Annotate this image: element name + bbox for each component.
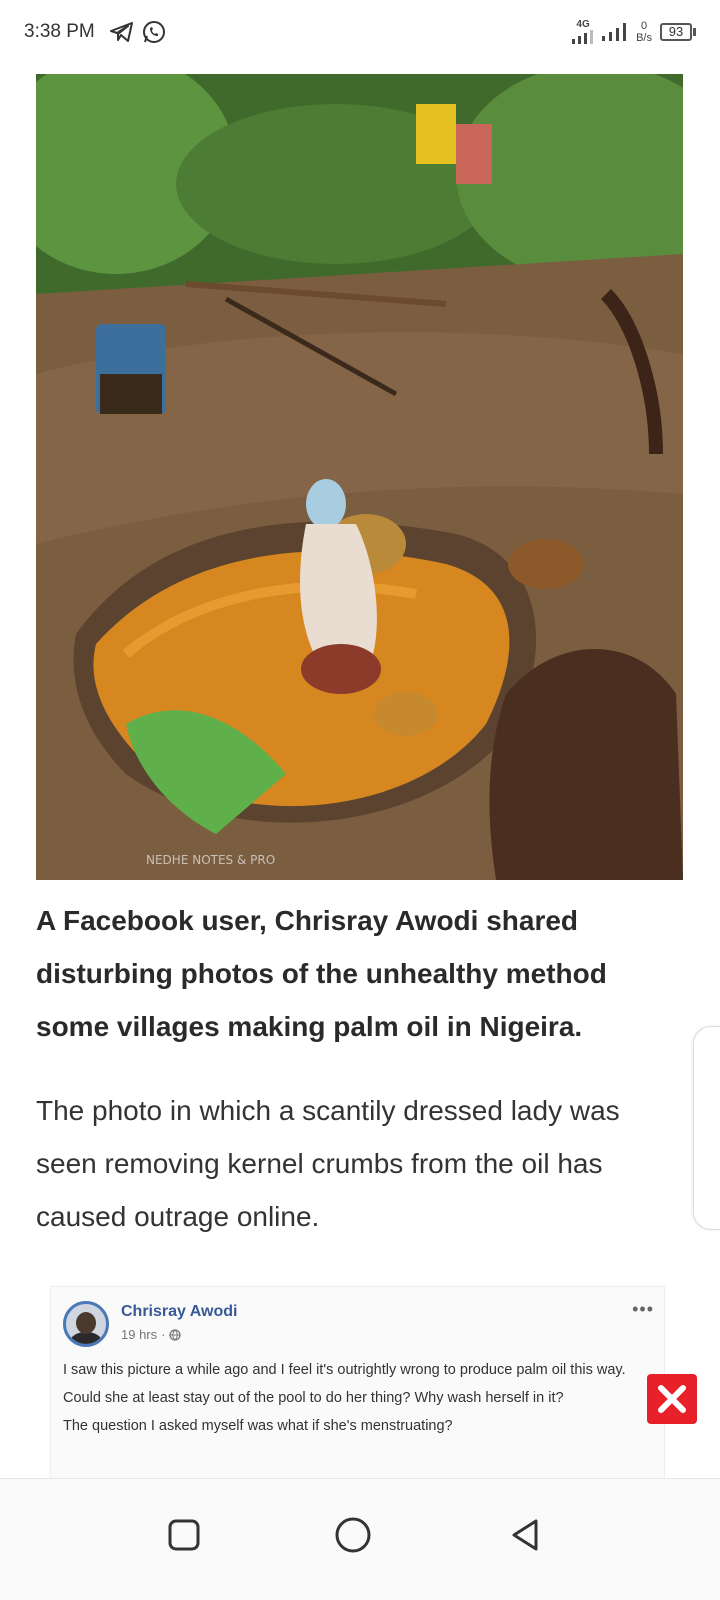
post-line: The question I asked myself was what if … [63,1418,453,1434]
globe-icon [169,1328,182,1341]
avatar[interactable] [63,1301,109,1347]
navigation-bar [0,1478,720,1600]
telegram-icon [109,22,133,42]
facebook-post-embed[interactable]: Chrisray Awodi 19 hrs · ••• I saw this p… [50,1286,665,1504]
back-button[interactable] [496,1505,556,1565]
article-content: NEDHE NOTES & PRO A Facebook user, Chris… [0,64,720,1504]
net-speed: 0 B/s [636,20,652,44]
battery-level: 93 [660,23,692,41]
system-icons: 4G 0 B/s 93 [572,20,696,44]
post-meta: 19 hrs · [121,1327,182,1342]
status-bar: 3:38 PM 4G 0 B/s 93 [0,0,720,64]
whatsapp-icon [142,21,165,43]
post-line: I saw this picture a while ago and I fee… [63,1362,626,1378]
post-text: I saw this picture a while ago and I fee… [63,1359,653,1443]
network-type-label: 4G [576,19,590,30]
post-line: Could she at least stay out of the pool … [63,1390,564,1406]
recents-square-icon [168,1519,200,1551]
article-paragraph: The photo in which a scantily dressed la… [36,1095,620,1232]
photo-watermark: NEDHE NOTES & PRO [146,853,275,867]
post-time: 19 hrs [121,1327,158,1342]
close-icon [658,1385,686,1413]
back-triangle-icon [512,1519,538,1551]
side-drawer-handle[interactable] [693,1026,720,1230]
palm-oil-pit-image: NEDHE NOTES & PRO [36,74,683,880]
post-author[interactable]: Chrisray Awodi [121,1303,237,1321]
notification-icons [109,19,167,45]
recents-button[interactable] [154,1505,214,1565]
home-circle-icon [335,1517,371,1553]
signal-icon [572,30,594,44]
net-speed-value: 0 [640,20,648,32]
signal-icon [602,23,627,41]
article-headline: A Facebook user, Chrisray Awodi shared d… [36,905,607,1042]
network-type-icon: 4G [572,20,594,44]
net-speed-unit: B/s [636,32,652,44]
home-button[interactable] [323,1505,383,1565]
article-photo[interactable]: NEDHE NOTES & PRO [36,74,683,880]
battery-icon: 93 [660,23,696,41]
status-time: 3:38 PM [24,21,95,42]
close-button[interactable] [647,1374,697,1424]
more-options-button[interactable]: ••• [632,1299,654,1320]
